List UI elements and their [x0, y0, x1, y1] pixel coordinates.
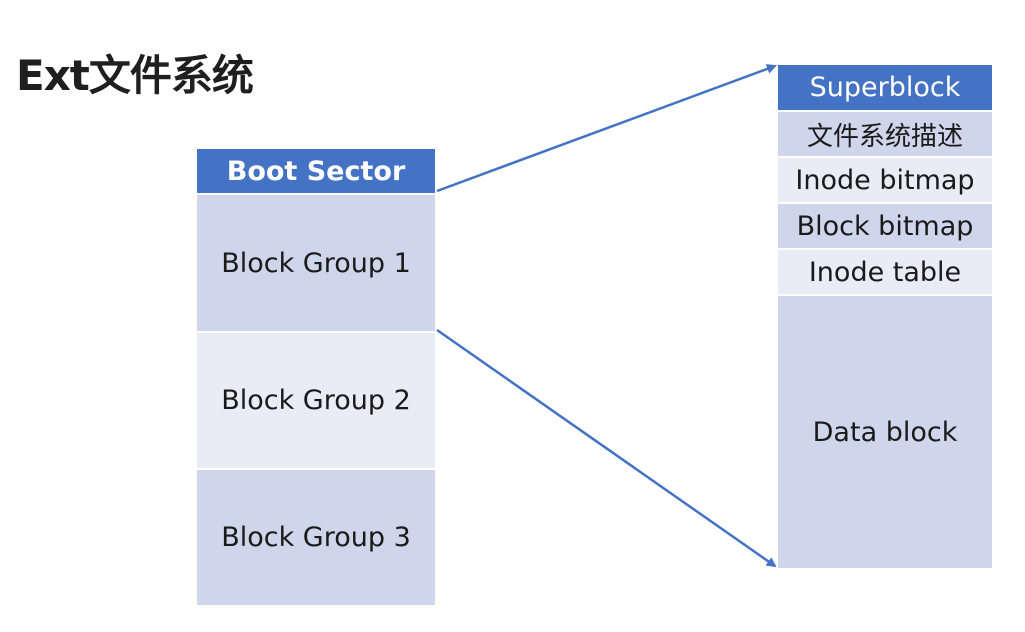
- arrow-to-data-block: [436, 328, 777, 568]
- arrow-to-superblock: [436, 64, 777, 193]
- connector-arrows: [436, 64, 777, 568]
